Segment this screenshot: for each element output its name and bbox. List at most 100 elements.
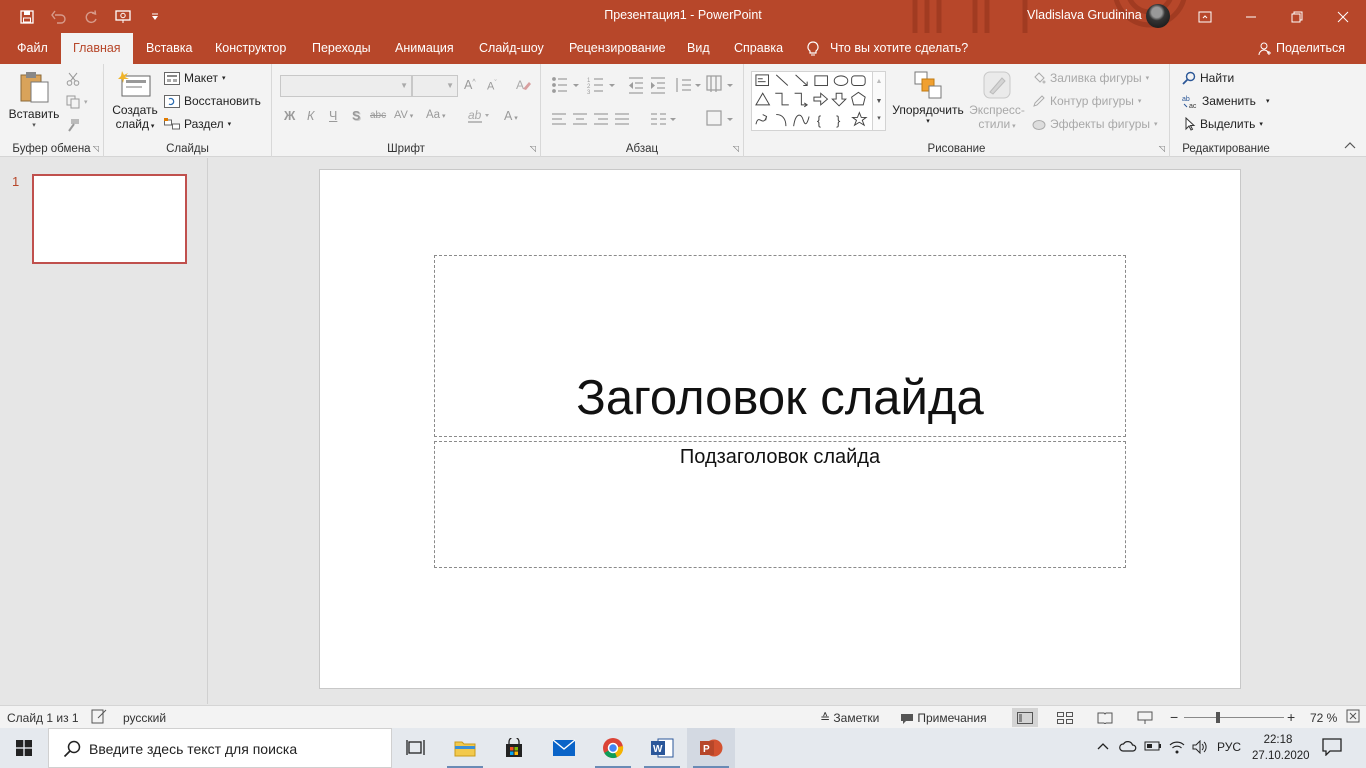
shape-outline-button[interactable]: Контур фигуры ▾ <box>1032 94 1141 108</box>
restore-icon[interactable] <box>1274 0 1320 33</box>
highlight-icon[interactable]: ab <box>468 107 490 126</box>
copy-icon[interactable]: ▾ <box>66 95 88 109</box>
section-button[interactable]: Раздел ▾ <box>164 117 231 131</box>
redo-icon[interactable] <box>78 6 104 28</box>
tab-design[interactable]: Конструктор <box>213 33 288 64</box>
font-size-combo[interactable]: ▼ <box>412 75 458 97</box>
tab-animations[interactable]: Анимация <box>393 33 456 64</box>
replace-button[interactable]: ab ac Заменить ▾ <box>1182 94 1269 108</box>
slideshow-view-icon[interactable] <box>1132 708 1158 727</box>
underline-button[interactable]: Ч <box>329 109 337 123</box>
format-painter-icon[interactable] <box>66 118 80 132</box>
subtitle-placeholder[interactable]: Подзаголовок слайда <box>434 441 1126 568</box>
dialog-launcher-icon[interactable]: ◹ <box>1159 144 1165 153</box>
reset-button[interactable]: Восстановить <box>164 94 261 108</box>
powerpoint-icon[interactable]: P <box>687 728 735 768</box>
slide-canvas[interactable]: Заголовок слайда Подзаголовок слайда <box>319 169 1241 689</box>
zoom-slider-thumb[interactable] <box>1216 712 1220 723</box>
system-clock[interactable]: 22:18 27.10.2020 <box>1252 732 1310 764</box>
shadow-button[interactable]: S <box>352 109 360 123</box>
user-name[interactable]: Vladislava Grudinina <box>1027 8 1142 22</box>
windows-start-icon[interactable] <box>0 728 48 768</box>
close-icon[interactable] <box>1320 0 1366 33</box>
paste-button[interactable]: Вставить ▾ <box>6 70 62 129</box>
tab-file[interactable]: Файл <box>15 33 50 64</box>
reading-view-icon[interactable] <box>1092 708 1118 727</box>
battery-icon[interactable] <box>1144 740 1162 754</box>
fit-to-window-icon[interactable] <box>1346 709 1360 726</box>
normal-view-icon[interactable] <box>1012 708 1038 727</box>
start-presentation-icon[interactable] <box>110 6 136 28</box>
svg-text:}: } <box>836 114 840 128</box>
avatar[interactable] <box>1146 4 1170 28</box>
taskbar-search-input[interactable]: Введите здесь текст для поиска <box>48 728 392 768</box>
minimize-icon[interactable] <box>1228 0 1274 33</box>
show-hidden-icons-icon[interactable] <box>1097 740 1109 754</box>
file-explorer-icon[interactable] <box>441 728 489 768</box>
change-case-button[interactable]: Aa ▾ <box>426 109 446 121</box>
quick-styles-button[interactable]: Экспресс- стили ▾ <box>966 70 1028 131</box>
ribbon-display-options-icon[interactable] <box>1182 0 1228 33</box>
select-button[interactable]: Выделить ▾ <box>1182 117 1263 131</box>
font-name-combo[interactable]: ▼ <box>280 75 412 97</box>
bold-button[interactable]: Ж <box>284 109 295 123</box>
tab-help[interactable]: Справка <box>732 33 785 64</box>
find-button[interactable]: Найти <box>1182 71 1234 85</box>
italic-button[interactable]: К <box>307 109 314 123</box>
zoom-level[interactable]: 72 % <box>1310 711 1337 725</box>
slide-sorter-icon[interactable] <box>1052 708 1078 727</box>
tab-insert[interactable]: Вставка <box>144 33 194 64</box>
character-spacing-button[interactable]: AV ▾ <box>394 109 413 121</box>
font-color-button[interactable]: A ▾ <box>504 109 518 123</box>
spelling-check-icon[interactable] <box>91 709 107 727</box>
tab-transitions[interactable]: Переходы <box>310 33 373 64</box>
notification-center-icon[interactable] <box>1322 738 1342 759</box>
cut-icon[interactable] <box>66 72 80 86</box>
tab-slideshow[interactable]: Слайд-шоу <box>477 33 546 64</box>
volume-icon[interactable] <box>1192 739 1208 757</box>
slide-thumbnail[interactable] <box>32 174 187 264</box>
onedrive-icon[interactable] <box>1119 740 1137 755</box>
strikethrough-button[interactable]: abc <box>370 110 386 121</box>
mail-icon[interactable] <box>540 728 588 768</box>
save-icon[interactable] <box>14 6 40 28</box>
share-button[interactable]: Поделиться <box>1258 33 1345 64</box>
task-view-icon[interactable] <box>392 728 440 768</box>
wifi-icon[interactable] <box>1169 740 1185 757</box>
tell-me-box[interactable]: Что вы хотите сделать? <box>806 33 968 64</box>
group-label-clipboard: Буфер обмена <box>12 143 91 155</box>
clock-date: 27.10.2020 <box>1252 750 1310 762</box>
notes-button[interactable]: ≙ Заметки <box>820 711 879 725</box>
arrange-button[interactable]: Упорядочить ▾ <box>890 70 966 125</box>
dialog-launcher-icon[interactable]: ◹ <box>93 144 99 153</box>
word-icon[interactable]: W <box>638 728 686 768</box>
input-language[interactable]: РУС <box>1217 740 1241 754</box>
clear-formatting-icon[interactable]: A <box>515 77 531 95</box>
tab-review[interactable]: Рецензирование <box>567 33 668 64</box>
shape-effects-button[interactable]: Эффекты фигуры ▾ <box>1032 117 1158 131</box>
new-slide-button[interactable]: Создать слайд ▾ <box>110 70 160 131</box>
shape-fill-button[interactable]: Заливка фигуры ▾ <box>1032 71 1149 85</box>
zoom-out-button[interactable]: − <box>1170 709 1178 725</box>
notes-label: Заметки <box>833 711 880 725</box>
undo-icon[interactable] <box>46 6 72 28</box>
dialog-launcher-icon[interactable]: ◹ <box>733 144 739 153</box>
customize-qat-icon[interactable] <box>142 6 168 28</box>
shapes-gallery[interactable]: { } <box>751 71 873 131</box>
layout-button[interactable]: Макет ▾ <box>164 71 225 85</box>
grow-font-button[interactable]: A^ <box>464 78 476 92</box>
chrome-icon[interactable] <box>589 728 637 768</box>
collapse-ribbon-icon[interactable] <box>1344 141 1356 152</box>
shrink-font-button[interactable]: Aˇ <box>487 80 497 93</box>
comments-button[interactable]: Примечания <box>900 711 987 725</box>
shape-fill-label: Заливка фигуры <box>1050 71 1142 85</box>
language-status[interactable]: русский <box>123 711 166 725</box>
shapes-gallery-scroll[interactable]: ▲ ▼ ▾ <box>873 71 886 131</box>
title-placeholder[interactable]: Заголовок слайда <box>434 255 1126 437</box>
zoom-in-button[interactable]: + <box>1287 709 1295 725</box>
tab-view[interactable]: Вид <box>685 33 712 64</box>
tab-home[interactable]: Главная <box>61 33 133 64</box>
zoom-slider[interactable] <box>1184 717 1284 718</box>
store-icon[interactable] <box>490 728 538 768</box>
dialog-launcher-icon[interactable]: ◹ <box>530 144 536 153</box>
